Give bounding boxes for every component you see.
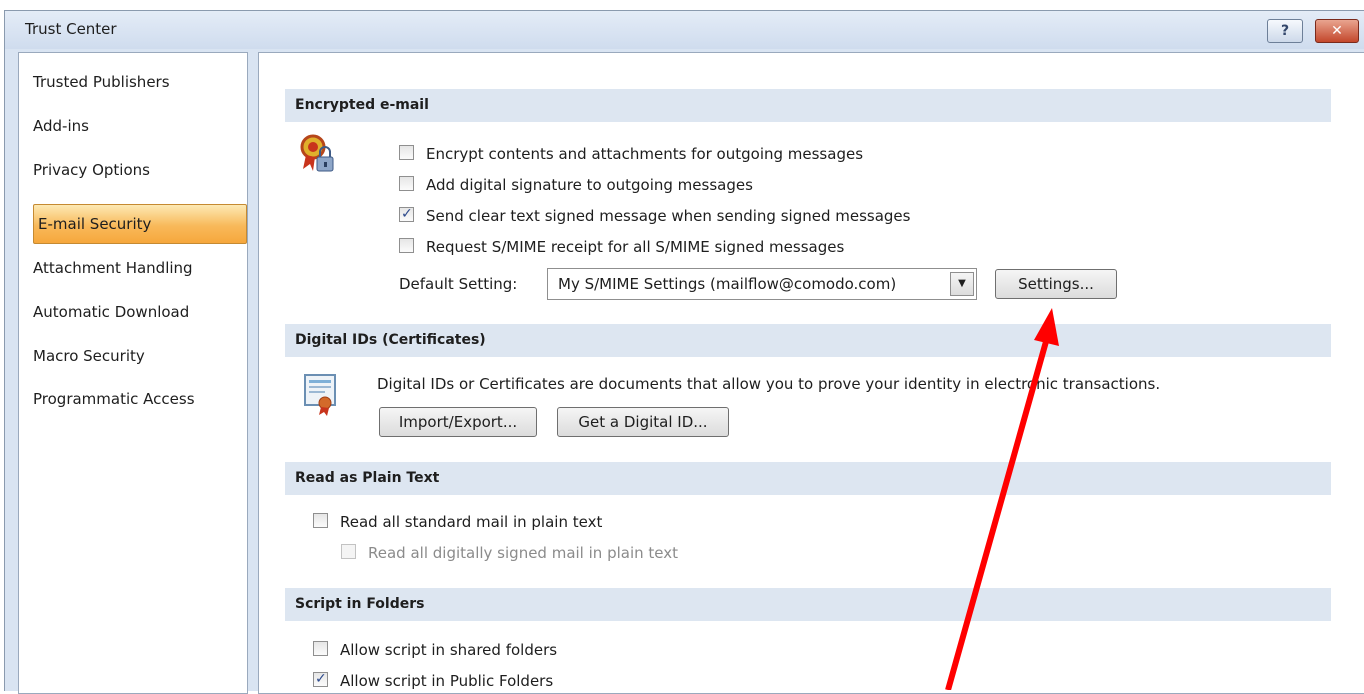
sidebar-item-label: Macro Security — [33, 347, 145, 365]
allow-script-public-checkbox[interactable] — [313, 666, 328, 692]
read-plain-text-header: Read as Plain Text — [285, 462, 1331, 495]
allow-script-public-label: Allow script in Public Folders — [340, 672, 554, 690]
encrypt-contents-option[interactable]: Encrypt contents and attachments for out… — [399, 141, 863, 167]
email-security-panel: Encrypted e-mail Encrypt contents and at… — [258, 52, 1364, 694]
sidebar-item-label: E-mail Security — [38, 215, 152, 233]
certificate-icon — [304, 374, 336, 416]
sidebar-item-add-ins[interactable]: Add-ins — [33, 107, 241, 145]
smime-receipt-option[interactable]: Request S/MIME receipt for all S/MIME si… — [399, 234, 844, 260]
sidebar-item-label: Programmatic Access — [33, 390, 195, 408]
sidebar-item-attachment-handling[interactable]: Attachment Handling — [33, 249, 241, 287]
allow-script-shared-option[interactable]: Allow script in shared folders — [313, 637, 557, 663]
read-all-plain-checkbox[interactable] — [313, 513, 328, 528]
smime-receipt-checkbox[interactable] — [399, 238, 414, 253]
sidebar-item-automatic-download[interactable]: Automatic Download — [33, 293, 241, 331]
sidebar-item-privacy-options[interactable]: Privacy Options — [33, 151, 241, 189]
sidebar-item-email-security[interactable]: E-mail Security — [33, 204, 247, 244]
encrypt-contents-label: Encrypt contents and attachments for out… — [426, 145, 864, 163]
script-in-folders-header: Script in Folders — [285, 588, 1331, 621]
sidebar-item-label: Attachment Handling — [33, 259, 193, 277]
smime-receipt-label: Request S/MIME receipt for all S/MIME si… — [426, 238, 845, 256]
sidebar-item-label: Add-ins — [33, 117, 89, 135]
sidebar-item-label: Automatic Download — [33, 303, 190, 321]
clear-text-signed-label: Send clear text signed message when send… — [426, 207, 911, 225]
allow-script-shared-checkbox[interactable] — [313, 641, 328, 656]
encrypted-email-header: Encrypted e-mail — [285, 89, 1331, 122]
read-all-plain-option[interactable]: Read all standard mail in plain text — [313, 509, 602, 535]
clear-text-signed-option[interactable]: Send clear text signed message when send… — [399, 201, 911, 229]
add-signature-option[interactable]: Add digital signature to outgoing messag… — [399, 172, 753, 198]
clear-text-signed-checkbox[interactable] — [399, 201, 414, 227]
add-signature-label: Add digital signature to outgoing messag… — [426, 176, 753, 194]
title-bar: Trust Center ? ✕ — [5, 11, 1364, 49]
read-all-plain-label: Read all standard mail in plain text — [340, 513, 603, 531]
read-signed-plain-label: Read all digitally signed mail in plain … — [368, 544, 678, 562]
get-digital-id-button[interactable]: Get a Digital ID... — [557, 407, 729, 437]
sidebar-item-label: Privacy Options — [33, 161, 150, 179]
certificate-lock-icon — [300, 134, 334, 172]
digital-ids-description: Digital IDs or Certificates are document… — [377, 375, 1161, 393]
add-signature-checkbox[interactable] — [399, 176, 414, 191]
default-setting-value: My S/MIME Settings (mailflow@comodo.com) — [558, 275, 897, 293]
encrypt-contents-checkbox[interactable] — [399, 145, 414, 160]
import-export-button[interactable]: Import/Export... — [379, 407, 537, 437]
sidebar-item-label: Trusted Publishers — [33, 73, 170, 91]
allow-script-public-option[interactable]: Allow script in Public Folders — [313, 666, 554, 694]
close-button[interactable]: ✕ — [1315, 19, 1359, 43]
help-button[interactable]: ? — [1267, 19, 1303, 43]
window-title: Trust Center — [25, 20, 117, 38]
default-setting-label: Default Setting: — [399, 275, 518, 293]
sidebar: Trusted Publishers Add-ins Privacy Optio… — [18, 52, 248, 694]
read-signed-plain-option: Read all digitally signed mail in plain … — [341, 540, 678, 566]
settings-button[interactable]: Settings... — [995, 269, 1117, 299]
read-signed-plain-checkbox — [341, 544, 356, 559]
sidebar-item-macro-security[interactable]: Macro Security — [33, 337, 241, 375]
digital-ids-header: Digital IDs (Certificates) — [285, 324, 1331, 357]
default-setting-select[interactable]: My S/MIME Settings (mailflow@comodo.com)… — [547, 268, 977, 300]
chevron-down-icon[interactable]: ▼ — [950, 272, 974, 296]
sidebar-item-trusted-publishers[interactable]: Trusted Publishers — [33, 63, 241, 101]
allow-script-shared-label: Allow script in shared folders — [340, 641, 558, 659]
sidebar-item-programmatic-access[interactable]: Programmatic Access — [33, 380, 241, 418]
